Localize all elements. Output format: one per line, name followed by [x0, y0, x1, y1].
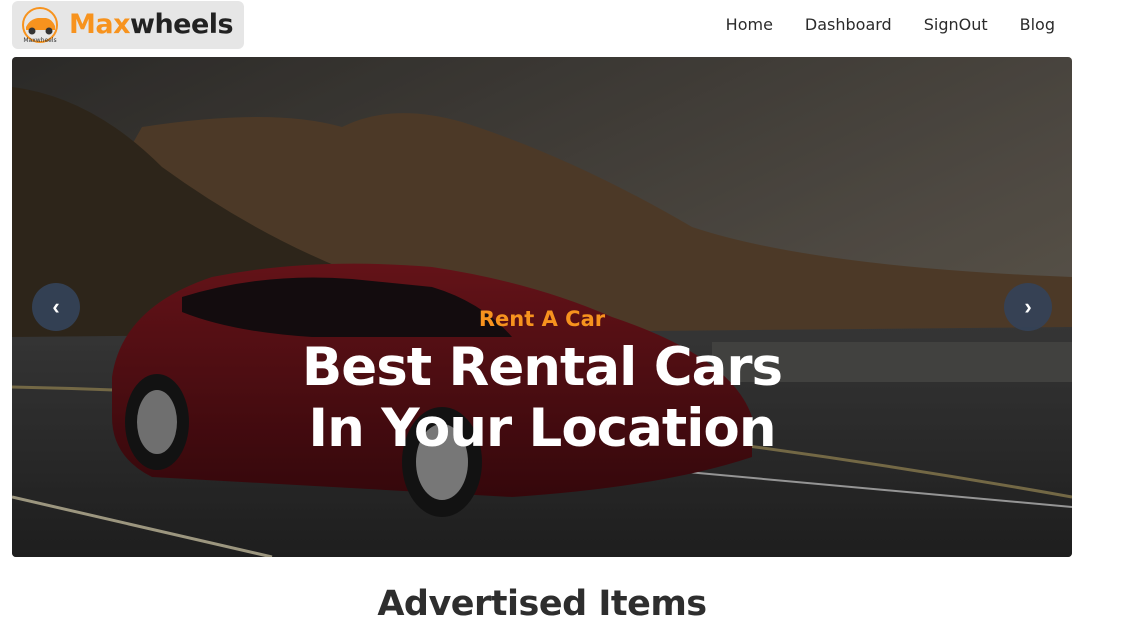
carousel-next-button[interactable]: › — [1004, 283, 1052, 331]
carousel-prev-button[interactable]: ‹ — [32, 283, 80, 331]
chevron-left-icon: ‹ — [52, 294, 60, 319]
site-header: Maxwheels Maxwheels Home Dashboard SignO… — [0, 0, 1137, 52]
logo-badge-text: Maxwheels — [23, 37, 56, 44]
hero-carousel: Rent A Car Best Rental Cars In Your Loca… — [12, 57, 1072, 557]
brand-name-part2: wheels — [130, 9, 234, 40]
nav-home-link[interactable]: Home — [726, 13, 773, 37]
nav-signout-link[interactable]: SignOut — [924, 13, 988, 37]
nav-blog-link[interactable]: Blog — [1020, 13, 1055, 37]
chevron-right-icon: › — [1024, 294, 1032, 319]
nav-dashboard-link[interactable]: Dashboard — [805, 13, 892, 37]
advertised-items-title: Advertised Items — [377, 584, 707, 624]
brand-name-part1: Max — [69, 9, 131, 40]
hero-dark-overlay — [12, 57, 1072, 557]
brand-name: Maxwheels — [69, 8, 234, 42]
car-logo-icon: Maxwheels — [22, 7, 58, 44]
main-nav: Home Dashboard SignOut Blog — [726, 13, 1055, 37]
brand-logo[interactable]: Maxwheels Maxwheels — [12, 1, 244, 49]
